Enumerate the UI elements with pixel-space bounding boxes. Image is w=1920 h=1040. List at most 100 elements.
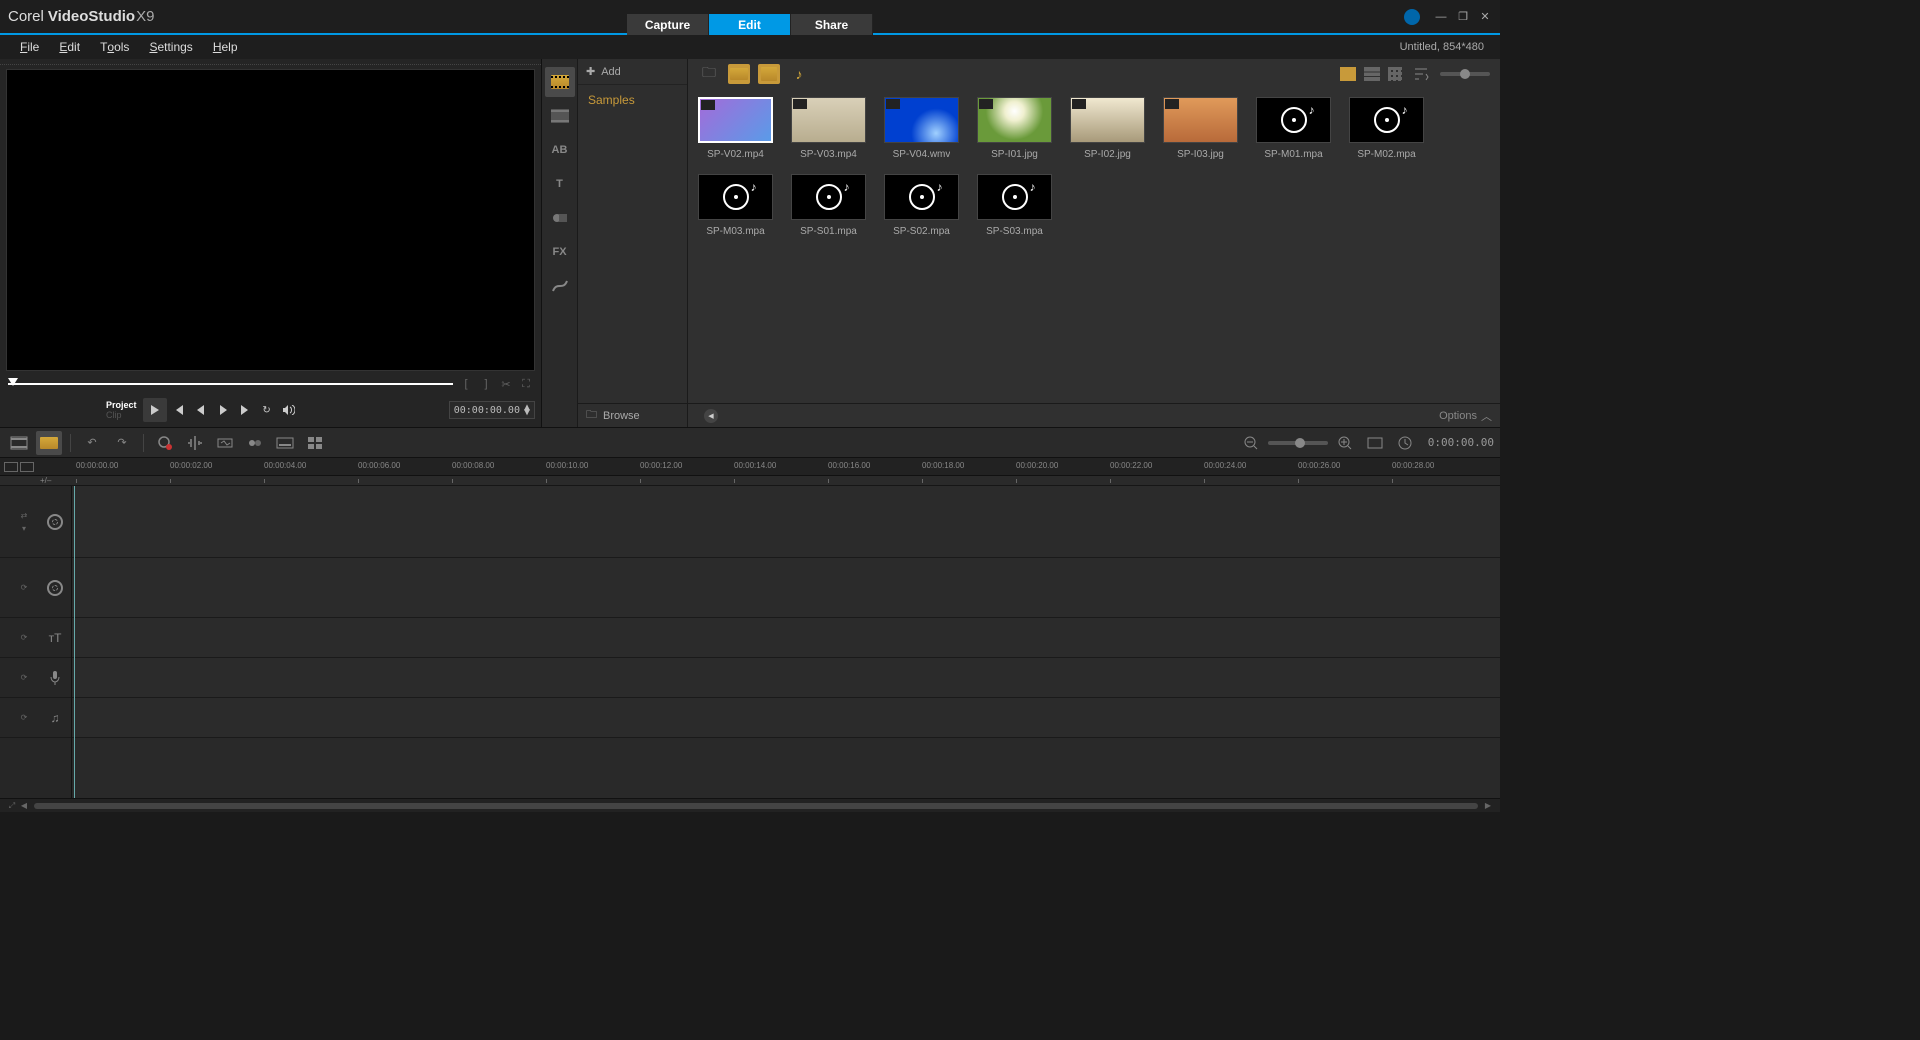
timeline-view-button[interactable] xyxy=(36,431,62,455)
library-thumbnail[interactable] xyxy=(698,174,773,220)
playhead[interactable] xyxy=(74,486,75,798)
library-thumbnail[interactable] xyxy=(1349,97,1424,143)
browse-button[interactable]: 🗀 Browse xyxy=(586,406,640,425)
mode-share[interactable]: Share xyxy=(791,14,873,35)
show-audio-button[interactable]: ♪ xyxy=(788,64,810,84)
instant-project-tab[interactable] xyxy=(545,101,575,131)
mark-in-icon[interactable]: [ xyxy=(459,377,473,391)
track-motion-button[interactable] xyxy=(242,431,268,455)
library-item[interactable]: SP-S01.mpa xyxy=(791,174,866,237)
library-zoom-slider[interactable] xyxy=(1440,72,1490,76)
library-thumbnail[interactable] xyxy=(1256,97,1331,143)
library-thumbnail[interactable] xyxy=(791,97,866,143)
preview-scrubber[interactable] xyxy=(8,383,453,385)
enlarge-icon[interactable]: ⛶ xyxy=(519,377,533,391)
storyboard-view-button[interactable] xyxy=(6,431,32,455)
view-list-button[interactable] xyxy=(1364,67,1380,81)
mark-out-icon[interactable]: ] xyxy=(479,377,493,391)
library-thumbnail[interactable] xyxy=(1163,97,1238,143)
track-lanes[interactable] xyxy=(72,486,1500,798)
voice-track-header[interactable]: ⟳ xyxy=(0,658,71,698)
menu-settings[interactable]: Settings xyxy=(139,35,202,59)
pb-mode-clip-label[interactable]: Clip xyxy=(106,410,137,420)
overlay-track-header[interactable]: ⟳ xyxy=(0,558,71,618)
mode-capture[interactable]: Capture xyxy=(627,14,709,35)
scroll-right-button[interactable]: ▶ xyxy=(1482,801,1494,811)
undo-button[interactable]: ↶ xyxy=(79,431,105,455)
video-track-header[interactable]: ⇄▾ xyxy=(0,486,71,558)
zoom-in-button[interactable] xyxy=(1332,431,1358,455)
scrollbar-thumb[interactable] xyxy=(34,803,1478,809)
menu-file[interactable]: File xyxy=(10,35,49,59)
library-item[interactable]: SP-M02.mpa xyxy=(1349,97,1424,160)
auto-music-button[interactable] xyxy=(212,431,238,455)
media-tab[interactable] xyxy=(545,67,575,97)
title-tab[interactable]: T xyxy=(545,169,575,199)
loop-button[interactable]: ↻ xyxy=(257,400,277,420)
voice-lane[interactable] xyxy=(72,658,1500,698)
zoom-out-button[interactable] xyxy=(1238,431,1264,455)
audio-mixer-button[interactable] xyxy=(182,431,208,455)
transition-tab[interactable]: AB xyxy=(545,135,575,165)
view-thumbnails-button[interactable] xyxy=(1340,67,1356,81)
expand-tracks-button[interactable]: ⤢ xyxy=(6,801,18,811)
overlay-lane[interactable] xyxy=(72,558,1500,618)
pb-mode-project-label[interactable]: Project xyxy=(106,400,137,410)
close-button[interactable]: ✕ xyxy=(1478,10,1492,24)
video-lane[interactable] xyxy=(72,486,1500,558)
library-item[interactable]: SP-M03.mpa xyxy=(698,174,773,237)
timeline-ruler[interactable]: 00:00:00.0000:00:02.0000:00:04.0000:00:0… xyxy=(0,458,1500,476)
library-item[interactable]: SP-V04.wmv xyxy=(884,97,959,160)
timeline-scrollbar[interactable]: ⤢ ◀ ▶ xyxy=(0,798,1500,812)
filter-tab[interactable]: FX xyxy=(545,237,575,267)
library-item[interactable]: SP-V02.mp4 xyxy=(698,97,773,160)
scissors-icon[interactable]: ✂ xyxy=(499,377,513,391)
sort-button[interactable] xyxy=(1410,64,1432,84)
goto-end-button[interactable] xyxy=(235,400,255,420)
mode-edit[interactable]: Edit xyxy=(709,14,791,35)
play-button[interactable] xyxy=(143,398,167,422)
title-track-header[interactable]: ⟳ ᴛT xyxy=(0,618,71,658)
library-thumbnail[interactable] xyxy=(884,174,959,220)
preview-screen[interactable] xyxy=(6,69,535,371)
track-manager-icon[interactable] xyxy=(20,462,34,472)
show-videos-button[interactable] xyxy=(728,64,750,84)
library-thumbnail[interactable] xyxy=(1070,97,1145,143)
menu-tools[interactable]: Tools xyxy=(90,35,139,59)
fit-project-button[interactable] xyxy=(1362,431,1388,455)
scrubber-thumb[interactable] xyxy=(8,378,18,386)
music-track-header[interactable]: ⟳ ♫ xyxy=(0,698,71,738)
scroll-left-button[interactable]: ◀ xyxy=(18,801,30,811)
multicam-button[interactable] xyxy=(302,431,328,455)
options-button[interactable]: Options ︿ xyxy=(1439,408,1492,424)
add-folder-button[interactable]: ✚ Add xyxy=(578,59,687,85)
music-lane[interactable] xyxy=(72,698,1500,738)
library-thumbnail[interactable] xyxy=(977,97,1052,143)
library-thumbnail[interactable] xyxy=(698,97,773,143)
library-item[interactable]: SP-I01.jpg xyxy=(977,97,1052,160)
samples-folder[interactable]: Samples xyxy=(578,85,687,115)
library-thumbnail[interactable] xyxy=(977,174,1052,220)
globe-icon[interactable] xyxy=(1404,9,1420,25)
next-frame-button[interactable] xyxy=(213,400,233,420)
collapse-library-button[interactable]: ◀ xyxy=(704,409,718,423)
library-item[interactable]: SP-V03.mp4 xyxy=(791,97,866,160)
volume-button[interactable] xyxy=(279,400,299,420)
library-item[interactable]: SP-S03.mpa xyxy=(977,174,1052,237)
title-lane[interactable] xyxy=(72,618,1500,658)
library-item[interactable]: SP-M01.mpa xyxy=(1256,97,1331,160)
show-photos-button[interactable] xyxy=(758,64,780,84)
library-item[interactable]: SP-I03.jpg xyxy=(1163,97,1238,160)
library-item[interactable]: SP-S02.mpa xyxy=(884,174,959,237)
graphic-tab[interactable] xyxy=(545,203,575,233)
select-all-tracks-icon[interactable] xyxy=(4,462,18,472)
guide-marker[interactable]: +/– xyxy=(40,476,51,485)
panel-grip[interactable] xyxy=(0,59,541,65)
timecode-stepper[interactable]: ▲▼ xyxy=(524,405,530,415)
timeline-zoom-slider[interactable] xyxy=(1268,441,1328,445)
preview-timecode[interactable]: 00:00:00.00 ▲▼ xyxy=(449,401,535,419)
menu-edit[interactable]: Edit xyxy=(49,35,90,59)
library-item[interactable]: SP-I02.jpg xyxy=(1070,97,1145,160)
timeline-timecode[interactable]: 0:00:00.00 xyxy=(1428,436,1494,449)
subtitle-button[interactable] xyxy=(272,431,298,455)
